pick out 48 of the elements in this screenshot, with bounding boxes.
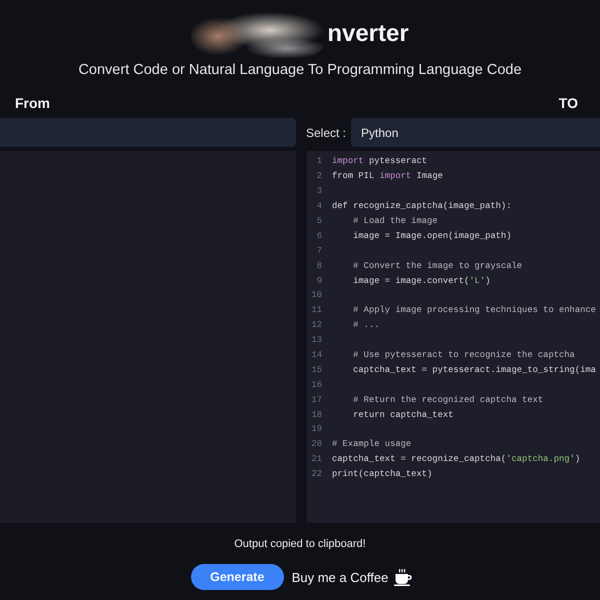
- line-number: 16: [310, 380, 322, 390]
- status-message: Output copied to clipboard!: [234, 537, 366, 551]
- source-language-field[interactable]: [0, 118, 296, 147]
- line-number: 15: [310, 364, 322, 375]
- line-number: 18: [310, 410, 322, 420]
- line-number: 10: [310, 290, 322, 300]
- subtitle: Convert Code or Natural Language To Programming Language Code: [78, 61, 522, 79]
- line-number: 13: [310, 335, 322, 346]
- app-title: nverter: [327, 20, 409, 48]
- line-number: 19: [310, 424, 322, 434]
- line-number: 5: [316, 216, 322, 226]
- from-label: From: [15, 95, 50, 111]
- line-number: 20: [310, 439, 322, 450]
- line-number: 1: [316, 156, 322, 166]
- line-number: 4: [316, 201, 322, 212]
- line-number: 14: [310, 350, 322, 360]
- line-number: 17: [310, 394, 322, 405]
- code-line: # Use pytesseract to recognize the captcha: [352, 350, 575, 360]
- line-number: 2: [316, 171, 322, 182]
- line-number: 8: [316, 260, 322, 271]
- code-line: captcha_text = pytesseract.image_to_string(ima: [352, 364, 596, 375]
- language-select[interactable]: Python: [351, 118, 600, 147]
- coffee-link[interactable]: Buy me a Coffee: [292, 570, 388, 584]
- line-number: 7: [316, 246, 322, 256]
- line-number: 21: [310, 454, 322, 464]
- code-line: from PIL import Image: [332, 171, 443, 182]
- line-number: 22: [310, 469, 322, 480]
- line-number: 9: [316, 276, 322, 286]
- line-number: 3: [316, 186, 322, 196]
- line-number: 11: [310, 305, 322, 316]
- code-line: image = image.convert('L'): [352, 276, 490, 286]
- code-line: return captcha_text: [352, 410, 454, 420]
- line-number: 6: [316, 230, 322, 241]
- code-line: print(captcha_text): [332, 469, 432, 480]
- select-label: Select :: [306, 126, 346, 140]
- code-line: # ...: [352, 320, 380, 330]
- code-line: # Apply image processing techniques to enhance: [352, 305, 596, 316]
- code-line: # Example usage: [332, 439, 412, 450]
- code-line: # Convert the image to grayscale: [352, 260, 522, 271]
- coffee-cup-icon[interactable]: [394, 568, 412, 586]
- code-line: captcha_text = recognize_captcha('captcha.png'): [332, 454, 580, 464]
- code-line: # Return the recognized captcha text: [352, 394, 544, 405]
- line-number: 12: [310, 320, 322, 330]
- code-line: # Load the image: [352, 216, 438, 226]
- code-line: import pytesseract: [332, 156, 428, 166]
- code-line: image = Image.open(image_path): [352, 230, 512, 241]
- code-line: def recognize_captcha(image_path):: [332, 201, 512, 212]
- to-label: TO: [558, 95, 578, 111]
